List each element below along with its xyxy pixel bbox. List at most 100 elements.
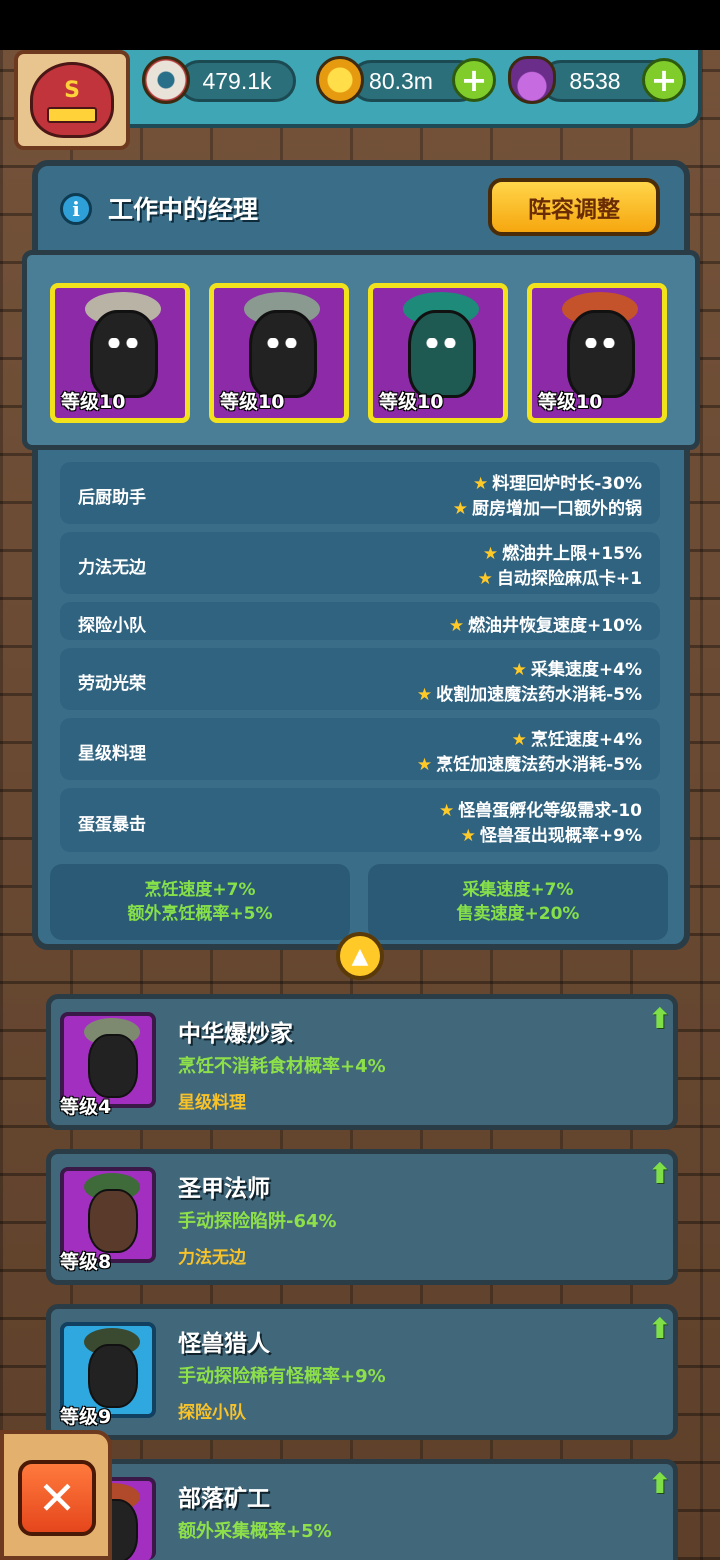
manager-avatar: [88, 1189, 138, 1253]
star-icon: ★: [452, 499, 468, 519]
summary-line: 额外烹饪概率+5%: [127, 904, 273, 924]
summary-line: 售卖速度+20%: [456, 904, 580, 924]
collapse-button[interactable]: ▲: [336, 932, 384, 980]
upgrade-arrow-icon[interactable]: ⬆: [646, 1314, 674, 1344]
eyeball-icon: [142, 56, 190, 104]
summary-line: 采集速度+7%: [462, 880, 574, 900]
bonus-name: 后厨助手: [78, 488, 146, 508]
star-icon: ★: [477, 569, 493, 589]
manager-avatar: [88, 1344, 138, 1408]
bonus-effect: ★ 厨房增加一口额外的锅: [452, 499, 642, 519]
close-button[interactable]: ✕: [18, 1460, 96, 1536]
manager-name: 怪兽猎人: [178, 1331, 270, 1357]
bonus-name: 力法无边: [78, 558, 146, 578]
plus-icon: +: [650, 61, 678, 99]
star-icon: ★: [416, 755, 433, 775]
potion-icon: [508, 56, 556, 104]
bonus-name: 星级料理: [78, 744, 146, 764]
star-icon: ★: [460, 826, 476, 846]
bonus-row: 探险小队 ★ 燃油井恢复速度+10%: [60, 602, 660, 640]
star-icon: ★: [439, 801, 455, 821]
manager-group: 力法无边: [178, 1248, 246, 1268]
manager-level: 等级4: [60, 1096, 112, 1118]
plus-icon: +: [460, 61, 488, 99]
summary-right: 采集速度+7% 售卖速度+20%: [368, 864, 668, 940]
star-icon: ★: [416, 685, 433, 705]
info-icon[interactable]: i: [60, 193, 92, 225]
star-icon: ★: [511, 660, 527, 680]
bonus-effect: ★ 烹饪加速魔法药水消耗-5%: [416, 755, 642, 775]
upgrade-arrow-icon[interactable]: ⬆: [646, 1004, 674, 1034]
manager-eyes: [423, 338, 459, 348]
close-icon: ✕: [37, 1471, 77, 1525]
manager-eyes: [105, 338, 141, 348]
manager-slot-1[interactable]: 等级10: [50, 283, 190, 423]
upgrade-arrow-icon[interactable]: ⬆: [646, 1159, 674, 1189]
star-icon: ★: [482, 544, 499, 564]
bonus-name: 探险小队: [78, 616, 146, 636]
bonus-row: 星级料理 ★ 烹饪速度+4% ★ 烹饪加速魔法药水消耗-5%: [60, 718, 660, 780]
emblem-letter: S: [64, 77, 80, 103]
manager-avatar: [88, 1034, 138, 1098]
bonus-row: 后厨助手 ★ 料理回炉时长-30% ★ 厨房增加一口额外的锅: [60, 462, 660, 524]
panel-title: 工作中的经理: [108, 195, 259, 224]
manager-name: 部落矿工: [178, 1486, 270, 1512]
bonus-effect: ★ 怪兽蛋出现概率+9%: [460, 826, 642, 846]
manager-group: 星级料理: [178, 1093, 246, 1113]
bonus-row: 劳动光荣 ★ 采集速度+4% ★ 收割加速魔法药水消耗-5%: [60, 648, 660, 710]
bonus-effect: ★ 自动探险麻瓜卡+1: [477, 569, 642, 589]
bonus-row: 蛋蛋暴击 ★ 怪兽蛋孵化等级需求-10 ★ 怪兽蛋出现概率+9%: [60, 788, 660, 852]
manager-effect: 烹饪不消耗食材概率+4%: [178, 1056, 386, 1077]
summary-left: 烹饪速度+7% 额外烹饪概率+5%: [50, 864, 350, 940]
manager-name: 中华爆炒家: [178, 1021, 293, 1047]
bonus-name: 劳动光荣: [78, 674, 146, 694]
chevron-up-icon: ▲: [351, 943, 369, 969]
bonus-effect: ★ 料理回炉时长-30%: [473, 474, 642, 494]
adjust-lineup-label: 阵容调整: [528, 197, 620, 223]
manager-eyes: [264, 338, 300, 348]
coins-value: 80.3m: [369, 67, 433, 94]
player-emblem[interactable]: S: [14, 50, 130, 150]
manager-effect: 额外采集概率+5%: [178, 1521, 332, 1542]
bonus-row: 力法无边 ★ 燃油井上限+15% ★ 自动探险麻瓜卡+1: [60, 532, 660, 594]
manager-level: 等级10: [61, 391, 126, 413]
manager-effect: 手动探险稀有怪概率+9%: [178, 1366, 386, 1387]
manager-slot-4[interactable]: 等级10: [527, 283, 667, 423]
status-bar: [0, 0, 720, 50]
manager-slot-3[interactable]: 等级10: [368, 283, 508, 423]
bonus-effect: ★ 收割加速魔法药水消耗-5%: [416, 685, 642, 705]
manager-level: 等级10: [220, 391, 285, 413]
coin-icon: [316, 56, 364, 104]
manager-effect: 手动探险陷阱-64%: [178, 1211, 337, 1232]
bonus-effect: ★ 燃油井恢复速度+10%: [448, 616, 642, 636]
manager-level: 等级10: [538, 391, 603, 413]
manager-avatar: [567, 310, 635, 398]
manager-eyes: [582, 338, 618, 348]
manager-level: 等级9: [60, 1406, 112, 1428]
emblem-badge: S: [30, 62, 114, 138]
emblem-teeth: [47, 106, 97, 123]
star-icon: ★: [473, 474, 489, 494]
bonus-effect: ★ 烹饪速度+4%: [511, 730, 642, 750]
bonus-effect: ★ 怪兽蛋孵化等级需求-10: [439, 801, 642, 821]
upgrade-arrow-icon[interactable]: ⬆: [646, 1469, 674, 1499]
star-icon: ★: [448, 616, 465, 636]
manager-group: 探险小队: [178, 1403, 246, 1423]
star-icon: ★: [511, 730, 527, 750]
eyes-counter: 479.1k: [178, 60, 296, 102]
add-potions-button[interactable]: +: [642, 58, 686, 102]
bonus-effect: ★ 燃油井上限+15%: [482, 544, 642, 564]
manager-name: 圣甲法师: [178, 1176, 270, 1202]
adjust-lineup-button[interactable]: 阵容调整: [488, 178, 660, 236]
eyes-value: 479.1k: [202, 67, 272, 94]
manager-avatar: [90, 310, 158, 398]
summary-line: 烹饪速度+7%: [144, 880, 256, 900]
manager-avatar: [249, 310, 317, 398]
manager-level: 等级10: [379, 391, 444, 413]
manager-level: 等级8: [60, 1251, 112, 1273]
add-coins-button[interactable]: +: [452, 58, 496, 102]
manager-slot-2[interactable]: 等级10: [209, 283, 349, 423]
bonus-effect: ★ 采集速度+4%: [511, 660, 642, 680]
bonus-name: 蛋蛋暴击: [78, 815, 146, 835]
potions-value: 8538: [569, 67, 621, 94]
